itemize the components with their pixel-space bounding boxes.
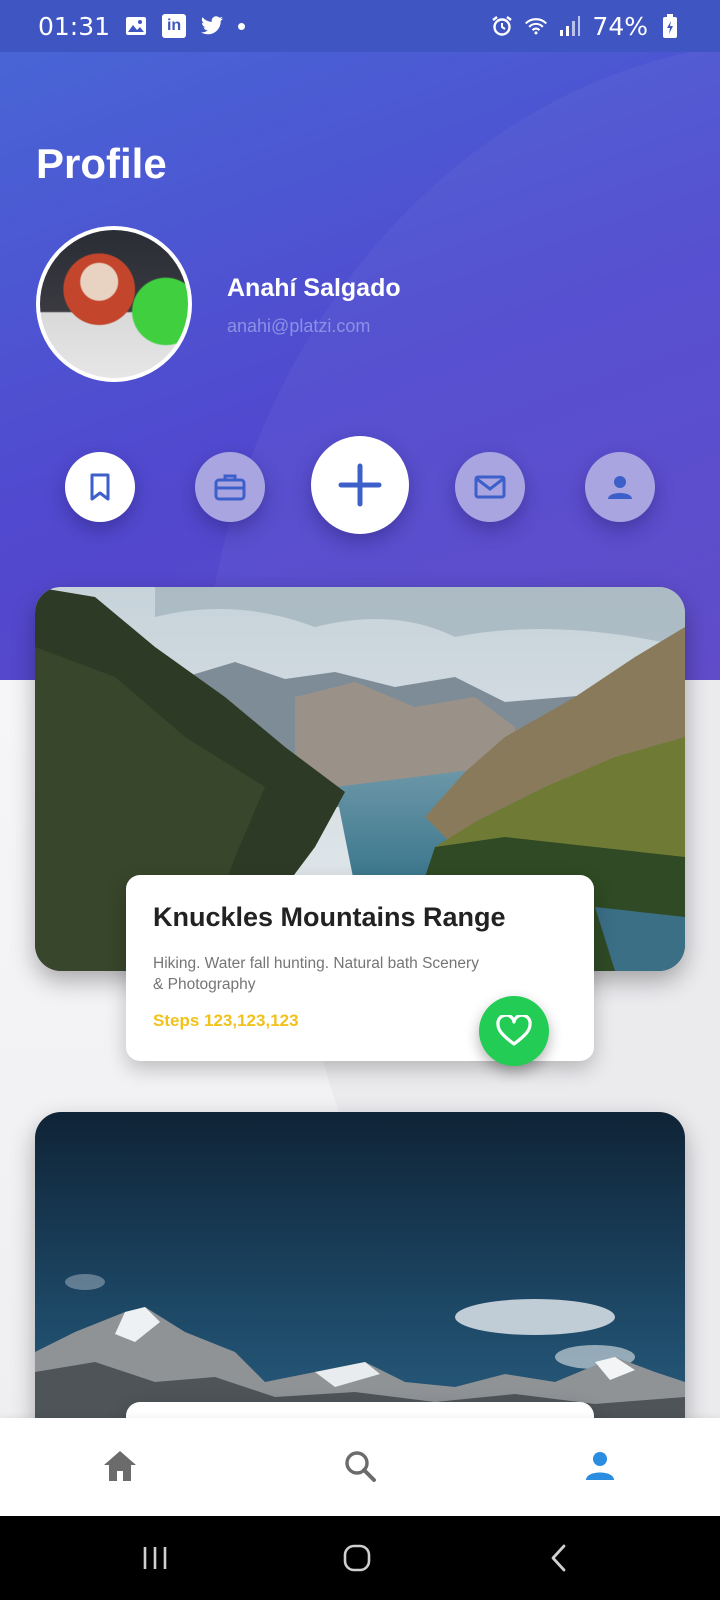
- card-image-snow-peaks[interactable]: [35, 1112, 685, 1442]
- home-system-button[interactable]: [335, 1536, 379, 1580]
- heart-icon: [496, 1015, 532, 1046]
- recent-apps-icon: [143, 1547, 167, 1569]
- wifi-icon: [524, 14, 548, 38]
- recent-apps-button[interactable]: [133, 1536, 177, 1580]
- card-steps: Steps 123,123,123: [153, 1011, 299, 1030]
- mail-icon: [474, 475, 506, 499]
- back-button[interactable]: [537, 1536, 581, 1580]
- person-icon: [608, 476, 632, 499]
- avatar[interactable]: [36, 226, 192, 382]
- notification-dot: [238, 22, 246, 30]
- person-button[interactable]: [585, 452, 655, 522]
- mail-button[interactable]: [455, 452, 525, 522]
- battery-percentage: 74%: [592, 11, 648, 41]
- user-name: Anahí Salgado: [227, 274, 401, 302]
- user-email: anahi@platzi.com: [227, 316, 371, 336]
- page-title: Profile: [36, 140, 167, 187]
- briefcase-icon: [214, 474, 246, 501]
- bottom-navigation: [0, 1418, 720, 1516]
- card-title: Knuckles Mountains Range: [153, 902, 506, 932]
- search-icon: [345, 1451, 376, 1482]
- signal-icon: [558, 14, 582, 38]
- card-description: Hiking. Water fall hunting. Natural bath…: [153, 955, 479, 993]
- twitter-icon: [200, 14, 224, 38]
- system-navigation-bar: [0, 1516, 720, 1600]
- nav-profile[interactable]: [572, 1438, 628, 1494]
- nav-search[interactable]: [332, 1438, 388, 1494]
- home-circle-icon: [343, 1544, 371, 1572]
- bookmark-button[interactable]: [65, 452, 135, 522]
- battery-icon: [658, 14, 682, 38]
- profile-icon: [586, 1452, 614, 1480]
- nav-home[interactable]: [92, 1438, 148, 1494]
- home-icon: [104, 1451, 136, 1481]
- briefcase-button[interactable]: [195, 452, 265, 522]
- linkedin-icon: in: [162, 14, 187, 38]
- favorite-button[interactable]: [479, 996, 549, 1066]
- status-bar: 01:31 in 74%: [0, 0, 720, 52]
- alarm-icon: [490, 14, 514, 38]
- image-icon: [124, 14, 148, 38]
- back-icon: [551, 1544, 566, 1572]
- add-icon: [338, 463, 382, 507]
- bookmark-icon: [90, 473, 110, 501]
- add-button[interactable]: [311, 436, 409, 534]
- status-time: 01:31: [38, 11, 111, 41]
